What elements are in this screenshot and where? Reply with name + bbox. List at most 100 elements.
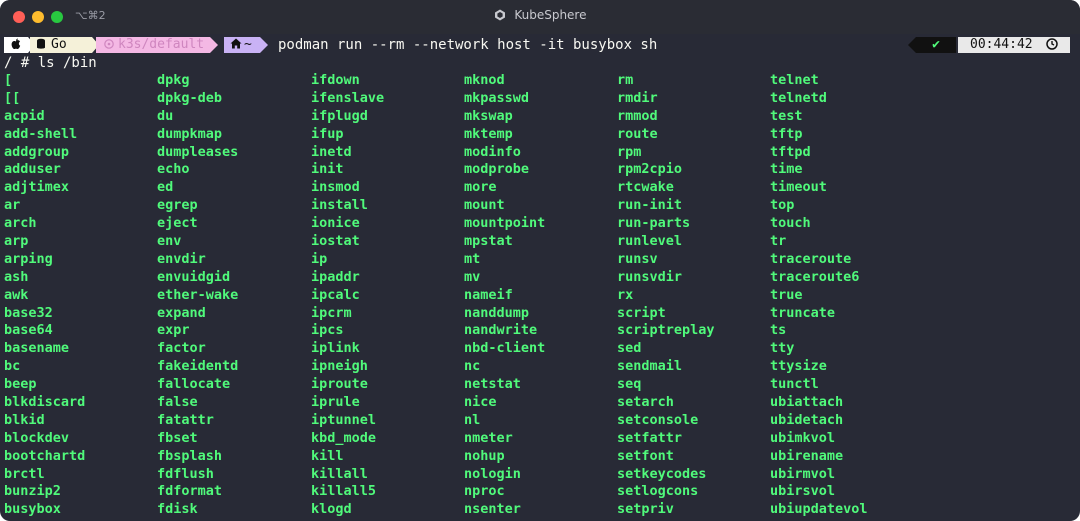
file-entry: ipcs [311, 322, 344, 339]
file-entry: addgroup [4, 143, 70, 160]
file-entry: ipaddr [311, 268, 360, 285]
kubernetes-icon [104, 39, 114, 49]
file-entry: iprule [311, 394, 360, 411]
clock-icon [1046, 38, 1059, 50]
file-entry: brctl [4, 465, 45, 482]
file-entry: runsv [617, 250, 658, 267]
file-entry: nbd-client [464, 340, 546, 357]
file-entry: nl [464, 411, 481, 428]
ls-column-2: dpkg dpkg-deb du dumpkmap dumpleases echo ed eg… [157, 72, 238, 519]
k8s-context-segment: k3s/default [96, 37, 210, 53]
file-entry: nproc [464, 483, 505, 500]
file-entry: fallocate [157, 376, 231, 393]
file-entry: fbset [157, 429, 198, 446]
file-entry: seq [617, 376, 642, 393]
file-entry: ubidetach [770, 411, 844, 428]
file-entry: klogd [311, 501, 352, 518]
file-entry: rmdir [617, 89, 658, 106]
file-entry: run-init [617, 197, 683, 214]
ls-column-6: telnet telnetd test tftp tftpd time timeout top… [770, 72, 868, 519]
kubesphere-logo-icon [494, 9, 505, 21]
terminal-window: ⌥⌘2 KubeSphere Go k3s/default ~ podman r… [0, 0, 1080, 521]
file-entry: more [464, 179, 497, 196]
file-entry: nsenter [464, 501, 521, 518]
file-entry: true [770, 286, 803, 303]
file-entry: ttysize [770, 358, 827, 375]
file-entry: fdisk [157, 501, 198, 518]
file-entry: touch [770, 215, 811, 232]
file-entry: install [311, 197, 368, 214]
file-entry: base64 [4, 322, 53, 339]
file-entry: dpkg-deb [157, 89, 223, 106]
file-entry: setconsole [617, 411, 699, 428]
file-entry: base32 [4, 304, 53, 321]
file-entry: modprobe [464, 161, 530, 178]
file-entry: bc [4, 358, 21, 375]
cwd-segment: ~ [224, 37, 260, 53]
file-entry: arch [4, 215, 37, 232]
file-entry: adjtimex [4, 179, 70, 196]
window-title: KubeSphere [514, 8, 587, 22]
file-entry: nameif [464, 286, 513, 303]
file-entry: factor [157, 340, 206, 357]
file-entry: beep [4, 376, 37, 393]
file-entry: setlogcons [617, 483, 699, 500]
file-entry: setpriv [617, 501, 674, 518]
file-entry: rpm2cpio [617, 161, 683, 178]
file-entry: ifplugd [311, 107, 368, 124]
file-entry: false [157, 394, 198, 411]
file-entry: rpm [617, 143, 642, 160]
file-entry: top [770, 197, 795, 214]
command-text: podman run --rm --network host -it busyb… [278, 37, 658, 53]
file-entry: [[ [4, 89, 21, 106]
file-entry: tftp [770, 125, 803, 142]
file-entry: envdir [157, 250, 206, 267]
file-entry: eject [157, 215, 198, 232]
file-entry: rm [617, 72, 634, 88]
file-entry: ifenslave [311, 89, 385, 106]
file-entry: scriptreplay [617, 322, 715, 339]
file-entry: timeout [770, 179, 827, 196]
file-entry: nmeter [464, 429, 513, 446]
file-entry: setfont [617, 447, 674, 464]
ls-column-3: ifdown ifenslave ifplugd ifup inetd init insmo… [311, 72, 384, 519]
file-entry: truncate [770, 304, 836, 321]
file-entry: setkeycodes [617, 465, 707, 482]
ls-column-1: [[[acpid add-shell addgroup adduser adjtimex… [4, 72, 85, 519]
status-segment: ✔ [916, 37, 956, 53]
time-segment: 00:44:42 [958, 37, 1070, 53]
file-entry: blkid [4, 411, 45, 428]
file-entry: mktemp [464, 125, 513, 142]
segment-separator [210, 37, 218, 53]
file-entry: ed [157, 179, 174, 196]
file-entry: basename [4, 340, 70, 357]
file-entry: telnet [770, 72, 819, 88]
file-entry: ubiattach [770, 394, 844, 411]
database-icon [37, 38, 45, 49]
file-entry: dpkg [157, 72, 190, 88]
shell-command-line: / # ls /bin [4, 55, 97, 71]
file-entry: ipneigh [311, 358, 368, 375]
file-entry: runlevel [617, 233, 683, 250]
file-entry: nologin [464, 465, 521, 482]
k8s-context-label: k3s/default [118, 37, 205, 52]
file-entry: setarch [617, 394, 674, 411]
terminal-content[interactable]: Go k3s/default ~ podman run --rm --netwo… [0, 36, 1080, 521]
file-entry: mountpoint [464, 215, 546, 232]
file-entry: killall5 [311, 483, 377, 500]
file-entry: sed [617, 340, 642, 357]
file-entry: rmmod [617, 107, 658, 124]
file-entry: traceroute6 [770, 268, 860, 285]
file-entry: bootchartd [4, 447, 86, 464]
file-entry: busybox [4, 501, 61, 518]
file-entry: tty [770, 340, 795, 357]
file-entry: inetd [311, 143, 352, 160]
file-entry: telnetd [770, 89, 827, 106]
file-entry: run-parts [617, 215, 691, 232]
file-entry: init [311, 161, 344, 178]
segment-separator [908, 37, 916, 53]
file-entry: ubimkvol [770, 429, 836, 446]
prompt-line: Go k3s/default ~ podman run --rm --netwo… [0, 36, 1080, 54]
file-entry: ipcrm [311, 304, 352, 321]
time-label: 00:44:42 [970, 37, 1033, 52]
